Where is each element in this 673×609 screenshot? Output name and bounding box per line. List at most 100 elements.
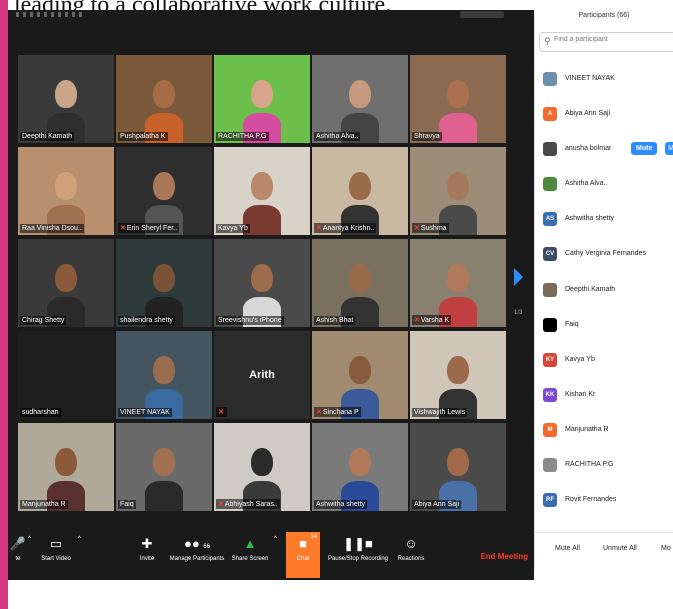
reactions-button[interactable]: ☺ Reactions bbox=[394, 536, 428, 562]
head-shape bbox=[349, 79, 371, 108]
tile-center-name: Arith bbox=[249, 369, 275, 381]
video-tile[interactable]: Faiq bbox=[116, 423, 212, 511]
muted-mic-icon: ✕ bbox=[316, 225, 322, 232]
participant-row[interactable]: AS Ashwitha shetty bbox=[541, 206, 673, 241]
tile-name-label: Abiya Ann Saji bbox=[412, 500, 462, 509]
mute-button[interactable]: 🎤 te bbox=[8, 536, 28, 562]
zoom-title-bar bbox=[8, 10, 534, 20]
video-tile[interactable]: Raa Vinisha Dsou.. bbox=[18, 147, 114, 235]
participant-more-button[interactable]: M bbox=[665, 142, 673, 156]
avatar: KK bbox=[543, 387, 557, 402]
video-tile[interactable]: Kavya Yb bbox=[214, 147, 310, 235]
participant-name: Kavya Yb bbox=[565, 355, 595, 363]
search-icon: ⚲ bbox=[544, 36, 551, 46]
participants-icon: ●● 66 bbox=[183, 536, 210, 551]
muted-mic-icon: ✕ bbox=[414, 317, 420, 324]
tile-name-text: Shravya bbox=[414, 133, 440, 140]
participant-name: VINEET NAYAK bbox=[565, 75, 615, 82]
pause-stop-recording-button[interactable]: ❚❚■ Pause/Stop Recording bbox=[326, 536, 390, 562]
invite-button[interactable]: ✚ Invite bbox=[132, 536, 162, 562]
tile-name-text: Sushma bbox=[420, 225, 447, 232]
start-video-button[interactable]: ▭ Start Video bbox=[36, 536, 76, 562]
participants-panel-title: Participants (66) bbox=[578, 12, 630, 19]
record-label: Pause/Stop Recording bbox=[327, 556, 389, 562]
muted-mic-icon: ✕ bbox=[218, 501, 224, 508]
participant-row[interactable]: M Manjunatha R bbox=[541, 417, 673, 452]
avatar bbox=[543, 142, 557, 157]
participant-row[interactable]: RF Rovit Fernandes bbox=[541, 487, 673, 522]
participant-name: anusha bolmar bbox=[565, 145, 612, 153]
video-tile[interactable]: Arith ✕ bbox=[214, 331, 310, 419]
video-tile[interactable]: Vishwajith Lewis bbox=[410, 331, 506, 419]
view-toggle-button[interactable] bbox=[460, 11, 504, 18]
participant-search[interactable]: ⚲ bbox=[539, 32, 673, 52]
head-shape bbox=[153, 447, 175, 476]
tile-name-text: Abhiyash Saras.. bbox=[224, 501, 278, 508]
video-tile[interactable]: Ashitha Alva.. bbox=[312, 55, 408, 143]
end-meeting-button[interactable]: End Meeting bbox=[480, 552, 528, 561]
video-tile[interactable]: Abiya Ann Saji bbox=[410, 423, 506, 511]
video-tile[interactable]: ✕Erin Sheryl Fer.. bbox=[116, 147, 212, 235]
video-tile[interactable]: Chirag Shetty bbox=[18, 239, 114, 327]
video-tile[interactable]: ✕Abhiyash Saras.. bbox=[214, 423, 310, 511]
more-button[interactable]: Mo bbox=[661, 545, 671, 552]
tile-name-text: RACHITHA P.G bbox=[218, 133, 267, 140]
participant-row[interactable]: A Abiya Ann Saji bbox=[541, 101, 673, 136]
tile-name-text: Pushpalatha K bbox=[120, 133, 166, 140]
participant-row[interactable]: Deepthi Kamath bbox=[541, 277, 673, 312]
participant-row[interactable]: CV Cathy Verginia Fernandes bbox=[541, 241, 673, 276]
tile-name-label: Faiq bbox=[118, 500, 136, 509]
participant-row[interactable]: Ashitha Alva.. bbox=[541, 171, 673, 206]
manage-participants-button[interactable]: ●● 66 Manage Participants bbox=[166, 536, 228, 562]
tile-name-text: Sinchana P bbox=[322, 409, 359, 416]
body-shape bbox=[438, 112, 478, 143]
participant-row[interactable]: RACHITHA P.G bbox=[541, 452, 673, 487]
page: leading to a collaborative work culture.… bbox=[0, 0, 673, 609]
head-shape bbox=[55, 447, 77, 476]
tile-name-text: Erin Sheryl Fer.. bbox=[126, 225, 178, 232]
video-tile[interactable]: shailendra shetty bbox=[116, 239, 212, 327]
audio-options-chevron-icon[interactable]: ^ bbox=[28, 536, 31, 542]
video-tile[interactable]: Manjunatha R bbox=[18, 423, 114, 511]
video-tile[interactable]: sudharshan bbox=[18, 331, 114, 419]
participant-search-input[interactable] bbox=[554, 36, 664, 43]
participant-video bbox=[438, 79, 478, 143]
tile-name-label: Chirag Shetty bbox=[20, 316, 67, 325]
video-tile[interactable]: ✕Sinchana P bbox=[312, 331, 408, 419]
video-tile[interactable]: Deepthi Kamath bbox=[18, 55, 114, 143]
participant-row[interactable]: VINEET NAYAK bbox=[541, 66, 673, 101]
participant-name: Rovit Fernandes bbox=[565, 496, 617, 504]
video-options-chevron-icon[interactable]: ^ bbox=[78, 536, 81, 542]
participant-row[interactable]: KY Kavya Yb bbox=[541, 347, 673, 382]
tile-name-text: Chirag Shetty bbox=[22, 317, 65, 324]
head-shape bbox=[153, 171, 175, 200]
next-page-arrow-icon[interactable] bbox=[514, 268, 523, 286]
avatar: M bbox=[543, 422, 557, 437]
video-tile[interactable]: Shravya bbox=[410, 55, 506, 143]
tile-name-label: ✕Anantya Krishn.. bbox=[314, 223, 377, 233]
video-tile[interactable]: ✕Sushma bbox=[410, 147, 506, 235]
participant-row[interactable]: Faiq bbox=[541, 312, 673, 347]
video-tile[interactable]: Ashwitha shetty bbox=[312, 423, 408, 511]
participant-name: Manjunatha R bbox=[565, 425, 609, 433]
participant-row[interactable]: anusha bolmar Mute M bbox=[541, 136, 673, 171]
tile-name-label: Ashwitha shetty bbox=[314, 500, 368, 509]
panel-footer: Mute All Unmute All Mo bbox=[535, 532, 673, 570]
video-tile[interactable]: VINEET NAYAK bbox=[116, 331, 212, 419]
share-screen-button[interactable]: ▲ Share Screen bbox=[230, 536, 270, 562]
tile-name-label: sudharshan bbox=[20, 408, 61, 417]
video-tile[interactable]: RACHITHA P.G bbox=[214, 55, 310, 143]
share-options-chevron-icon[interactable]: ^ bbox=[274, 536, 277, 542]
unmute-all-button[interactable]: Unmute All bbox=[603, 545, 637, 552]
head-shape bbox=[251, 79, 273, 108]
video-tile[interactable]: Sreevishnu's iPhone bbox=[214, 239, 310, 327]
participant-row[interactable]: KK Kishan Kr bbox=[541, 382, 673, 417]
video-tile[interactable]: Pushpalatha K bbox=[116, 55, 212, 143]
video-tile[interactable]: ✕Anantya Krishn.. bbox=[312, 147, 408, 235]
chat-button[interactable]: 14 ■ Chat bbox=[286, 532, 320, 578]
video-tile[interactable]: Ashish Bhat bbox=[312, 239, 408, 327]
mute-all-button[interactable]: Mute All bbox=[555, 545, 580, 552]
participant-mute-button[interactable]: Mute bbox=[631, 142, 658, 156]
participant-name: Ashwitha shetty bbox=[565, 215, 615, 223]
video-tile[interactable]: ✕Varsha K bbox=[410, 239, 506, 327]
